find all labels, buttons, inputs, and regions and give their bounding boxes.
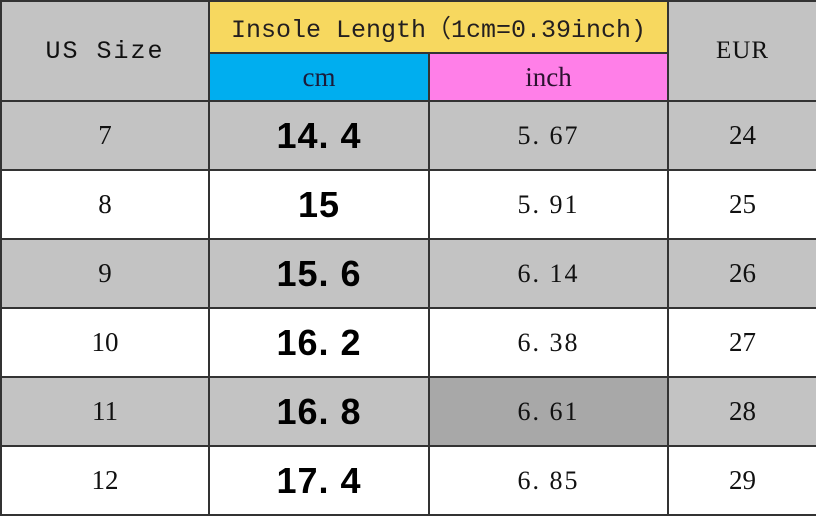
- cell-eur: 26: [667, 238, 816, 309]
- cell-insole-cm: 16. 8: [208, 376, 430, 447]
- cell-us-size: 8: [0, 169, 210, 240]
- size-chart: US Size Insole Length（1cm=0.39inch) EUR …: [0, 0, 816, 516]
- column-header-inch: inch: [427, 52, 670, 102]
- column-header-insole-length: Insole Length（1cm=0.39inch): [207, 0, 670, 54]
- size-chart-table: US Size Insole Length（1cm=0.39inch) EUR …: [0, 0, 816, 516]
- cell-insole-cm: 14. 4: [208, 100, 430, 171]
- table-row: 7 14. 4 5. 67 24: [0, 100, 816, 171]
- cell-us-size: 9: [0, 238, 210, 309]
- cell-us-size: 12: [0, 445, 210, 516]
- cell-eur: 29: [667, 445, 816, 516]
- cell-insole-cm: 17. 4: [208, 445, 430, 516]
- cell-us-size: 11: [0, 376, 210, 447]
- cell-eur: 28: [667, 376, 816, 447]
- cell-insole-inch: 6. 38: [427, 307, 670, 378]
- table-row: 11 16. 8 6. 61 28: [0, 376, 816, 447]
- cell-eur: 24: [667, 100, 816, 171]
- table-row: 9 15. 6 6. 14 26: [0, 238, 816, 309]
- cell-eur: 25: [667, 169, 816, 240]
- cell-us-size: 7: [0, 100, 210, 171]
- cell-eur: 27: [667, 307, 816, 378]
- column-header-eur: EUR: [667, 0, 816, 102]
- cell-insole-inch: 5. 91: [427, 169, 670, 240]
- table-header-row-primary: US Size Insole Length（1cm=0.39inch) EUR: [0, 0, 816, 102]
- table-row: 8 15 5. 91 25: [0, 169, 816, 240]
- table-row: 10 16. 2 6. 38 27: [0, 307, 816, 378]
- cell-insole-cm: 15: [208, 169, 430, 240]
- cell-insole-inch: 6. 85: [427, 445, 670, 516]
- cell-us-size: 10: [0, 307, 210, 378]
- table-row: 12 17. 4 6. 85 29: [0, 445, 816, 516]
- cell-insole-inch: 5. 67: [427, 100, 670, 171]
- cell-insole-inch: 6. 61: [427, 376, 670, 447]
- column-header-cm: cm: [208, 52, 430, 102]
- cell-insole-cm: 15. 6: [208, 238, 430, 309]
- cell-insole-inch: 6. 14: [427, 238, 670, 309]
- column-header-us-size: US Size: [0, 0, 210, 102]
- cell-insole-cm: 16. 2: [208, 307, 430, 378]
